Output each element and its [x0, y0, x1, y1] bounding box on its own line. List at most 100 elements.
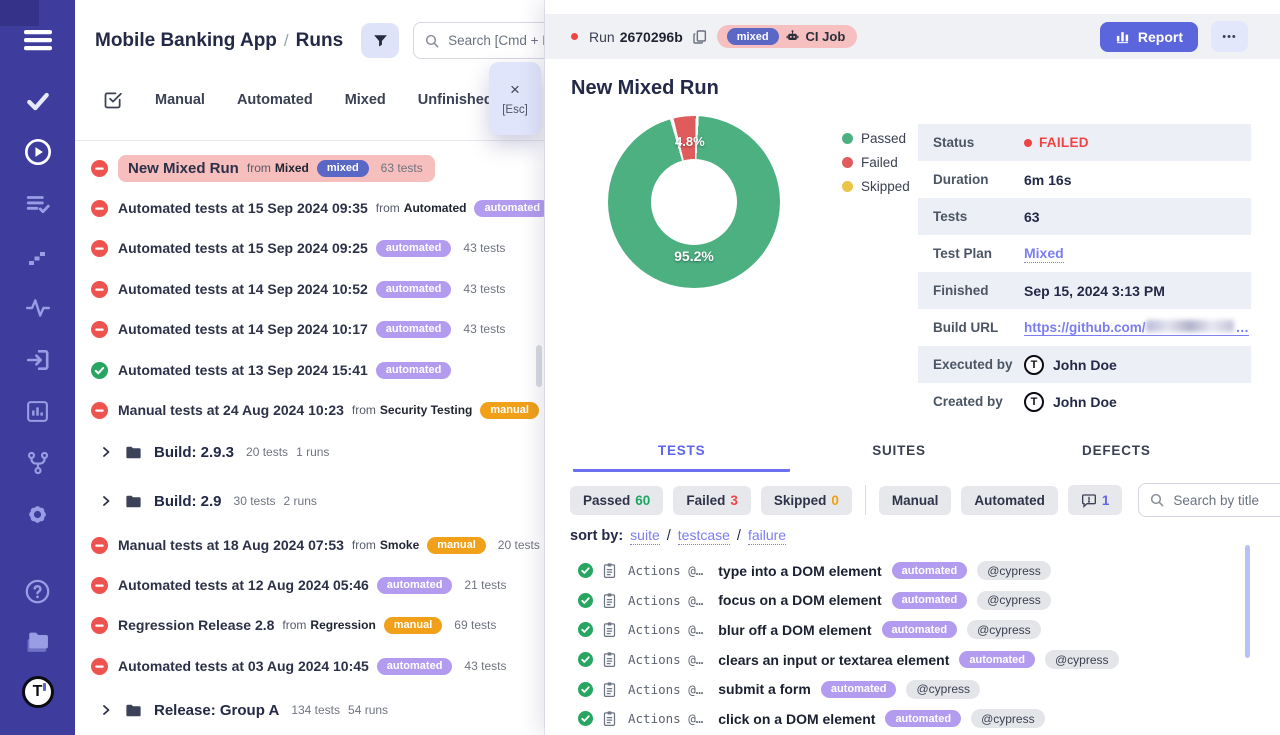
test-suite[interactable]: Actions @… [628, 622, 703, 637]
run-row[interactable]: Automated tests at 14 Sep 2024 10:17 aut… [75, 309, 545, 349]
test-title[interactable]: focus on a DOM element [718, 592, 881, 608]
run-row-selected[interactable]: New Mixed Run from Mixed mixed 63 tests [75, 148, 545, 188]
info-row-created-by: Created by TJohn Doe [918, 383, 1251, 420]
test-search-input[interactable] [1173, 493, 1280, 508]
test-suite[interactable]: Actions @… [628, 652, 703, 667]
test-list-icon[interactable] [0, 184, 75, 224]
test-list: Actions @… type into a DOM element autom… [545, 556, 1280, 734]
tests-scrollbar-thumb[interactable] [1245, 545, 1250, 658]
legend-failed-label: Failed [861, 155, 898, 170]
test-plan-link[interactable]: Mixed [1024, 245, 1064, 263]
group-tests-count: 134 tests [291, 703, 340, 717]
run-status-dot [571, 33, 578, 40]
import-icon[interactable] [0, 340, 75, 380]
run-row[interactable]: Automated tests at 14 Sep 2024 10:52 aut… [75, 269, 545, 309]
run-group-row[interactable]: Build: 2.9 30 tests 2 runs [75, 481, 545, 521]
copy-icon[interactable] [692, 29, 708, 45]
ci-job-chip[interactable]: mixed CI Job [717, 25, 858, 48]
runs-scrollbar-thumb[interactable] [536, 345, 542, 387]
test-tag[interactable]: @cypress [967, 620, 1041, 639]
menu-icon[interactable] [0, 20, 75, 60]
passed-status-icon [578, 652, 593, 667]
test-row[interactable]: Actions @… submit a form automated @cypr… [545, 674, 1280, 704]
sort-row: sort by: suite / testcase / failure [570, 527, 786, 545]
chevron-right-icon[interactable] [100, 704, 112, 716]
settings-gear-icon[interactable] [0, 494, 75, 534]
duration-value: 6m 16s [1024, 172, 1071, 188]
pulse-icon[interactable] [0, 288, 75, 328]
test-title[interactable]: blur off a DOM element [718, 622, 871, 638]
info-label: Executed by [918, 357, 1024, 372]
check-icon[interactable] [0, 81, 75, 121]
test-suite[interactable]: Actions @… [628, 593, 703, 608]
sort-by-failure[interactable]: failure [748, 527, 786, 545]
test-row[interactable]: Actions @… blur off a DOM element automa… [545, 615, 1280, 645]
test-row[interactable]: Actions @… focus on a DOM element automa… [545, 586, 1280, 616]
filter-manual-button[interactable]: Manual [879, 486, 952, 515]
test-title[interactable]: submit a form [718, 681, 811, 697]
test-tag[interactable]: @cypress [906, 680, 980, 699]
test-type-badge: automated [885, 710, 961, 727]
test-title[interactable]: type into a DOM element [718, 563, 881, 579]
more-actions-button[interactable]: ••• [1211, 21, 1248, 52]
info-row-finished: Finished Sep 15, 2024 3:13 PM [918, 272, 1251, 309]
report-label: Report [1138, 29, 1183, 45]
filter-skipped-button[interactable]: Skipped0 [761, 486, 852, 515]
runs-play-icon[interactable] [0, 132, 75, 172]
run-row[interactable]: Automated tests at 15 Sep 2024 09:35 fro… [75, 188, 545, 228]
test-tag[interactable]: @cypress [977, 561, 1051, 580]
run-type-badge: mixed [317, 160, 369, 177]
run-row[interactable]: Automated tests at 12 Aug 2024 05:46 aut… [75, 565, 545, 605]
run-type-badge: mixed [727, 28, 779, 45]
chevron-right-icon[interactable] [100, 446, 112, 458]
test-row[interactable]: Actions @… clears an input or textarea e… [545, 645, 1280, 675]
run-row[interactable]: Automated tests at 13 Sep 2024 15:41 aut… [75, 350, 545, 390]
run-group-row[interactable]: Release: Group A 134 tests 54 runs [75, 690, 545, 730]
test-type-badge: automated [959, 651, 1035, 668]
info-row-build-url: Build URL https://github.com/… [918, 309, 1251, 346]
tab-tests[interactable]: TESTS [573, 443, 790, 472]
sort-by-suite[interactable]: suite [630, 527, 660, 545]
run-row[interactable]: Manual tests at 18 Aug 2024 07:53 from S… [75, 525, 545, 565]
test-suite[interactable]: Actions @… [628, 711, 703, 726]
run-title: Automated tests at 12 Aug 2024 05:46 [118, 577, 369, 593]
sort-by-testcase[interactable]: testcase [678, 527, 730, 545]
chevron-right-icon[interactable] [100, 495, 112, 507]
run-row[interactable]: Automated tests at 03 Aug 2024 10:45 aut… [75, 646, 545, 686]
comments-filter-button[interactable]: 1 [1068, 485, 1123, 515]
run-from-label: from [352, 538, 376, 552]
test-title[interactable]: clears an input or textarea element [718, 652, 949, 668]
run-row[interactable]: Regression Release 2.8 from Regression m… [75, 605, 545, 645]
filter-passed-button[interactable]: Passed60 [570, 486, 663, 515]
app-logo[interactable]: T [0, 672, 75, 712]
close-panel-button[interactable]: × [Esc] [489, 62, 541, 135]
run-row[interactable]: Automated tests at 15 Sep 2024 09:25 aut… [75, 228, 545, 268]
test-suite[interactable]: Actions @… [628, 563, 703, 578]
help-icon[interactable] [0, 571, 75, 611]
test-tag[interactable]: @cypress [977, 591, 1051, 610]
analytics-icon[interactable] [0, 391, 75, 431]
run-type-badge: automated [377, 658, 453, 675]
test-row[interactable]: Actions @… click on a DOM element automa… [545, 704, 1280, 734]
tab-suites[interactable]: SUITES [790, 443, 1007, 472]
test-tag[interactable]: @cypress [1045, 650, 1119, 669]
test-search[interactable] [1138, 483, 1280, 517]
run-row[interactable]: Manual tests at 24 Aug 2024 10:23 from S… [75, 390, 545, 430]
filter-automated-button[interactable]: Automated [961, 486, 1058, 515]
steps-icon[interactable] [0, 236, 75, 276]
projects-folders-icon[interactable] [0, 622, 75, 662]
run-group-row[interactable]: Build: 2.9.3 20 tests 1 runs [75, 432, 545, 472]
build-url-link[interactable]: https://github.com/… [1024, 320, 1249, 336]
filter-failed-button[interactable]: Failed3 [673, 486, 751, 515]
test-type-badge: automated [882, 621, 958, 638]
branches-icon[interactable] [0, 443, 75, 483]
info-row-duration: Duration 6m 16s [918, 161, 1251, 198]
report-button[interactable]: Report [1100, 22, 1198, 52]
test-suite[interactable]: Actions @… [628, 682, 703, 697]
test-tag[interactable]: @cypress [971, 709, 1045, 728]
test-title[interactable]: click on a DOM element [718, 711, 875, 727]
executed-by-value: John Doe [1053, 357, 1117, 373]
tab-defects[interactable]: DEFECTS [1008, 443, 1225, 472]
test-row[interactable]: Actions @… type into a DOM element autom… [545, 556, 1280, 586]
legend-passed: Passed [842, 131, 910, 146]
